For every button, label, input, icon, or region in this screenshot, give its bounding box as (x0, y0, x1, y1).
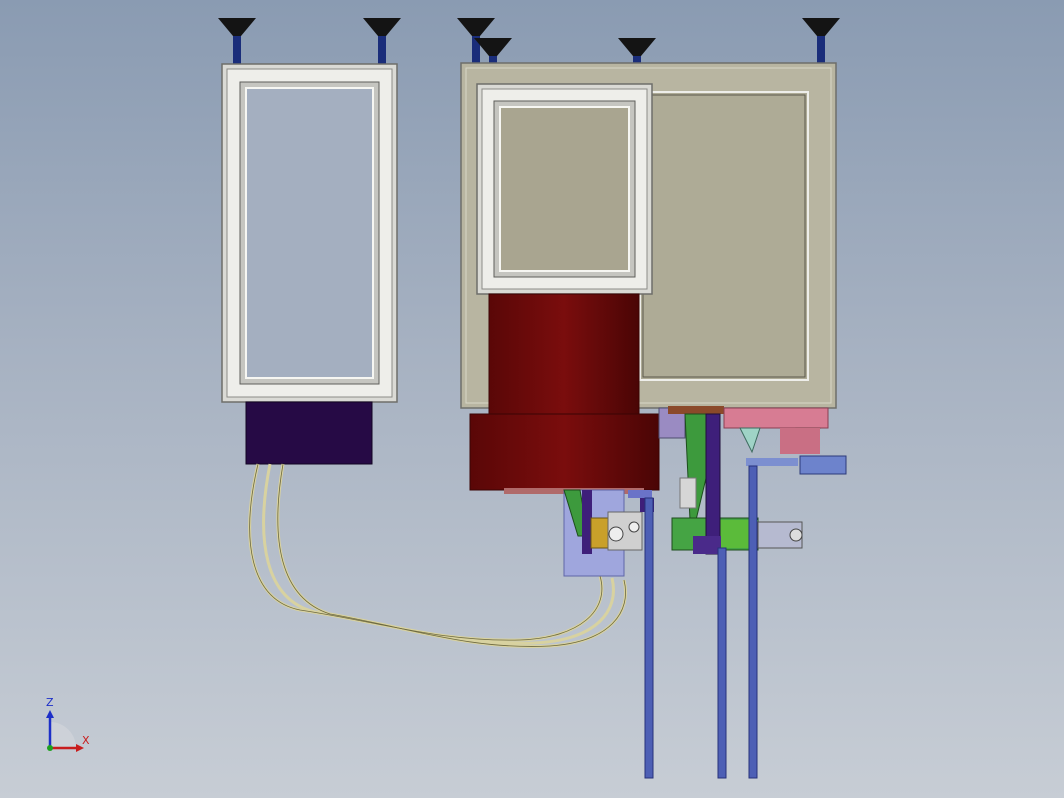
coordinate-triad (46, 710, 84, 752)
mount-6[interactable] (802, 18, 840, 64)
mount-1[interactable] (218, 18, 256, 64)
red-motor[interactable] (469, 293, 660, 494)
x-axis-label: X (82, 734, 90, 747)
mount-2[interactable] (363, 18, 401, 64)
controller-box[interactable] (245, 401, 373, 465)
left-frame[interactable] (221, 63, 398, 403)
assembly-view[interactable] (0, 0, 1064, 798)
z-axis-label: Z (46, 696, 54, 709)
vertical-rods[interactable] (644, 465, 758, 779)
cad-viewport[interactable]: Z X (0, 0, 1064, 798)
right-small-frame[interactable] (476, 83, 653, 295)
